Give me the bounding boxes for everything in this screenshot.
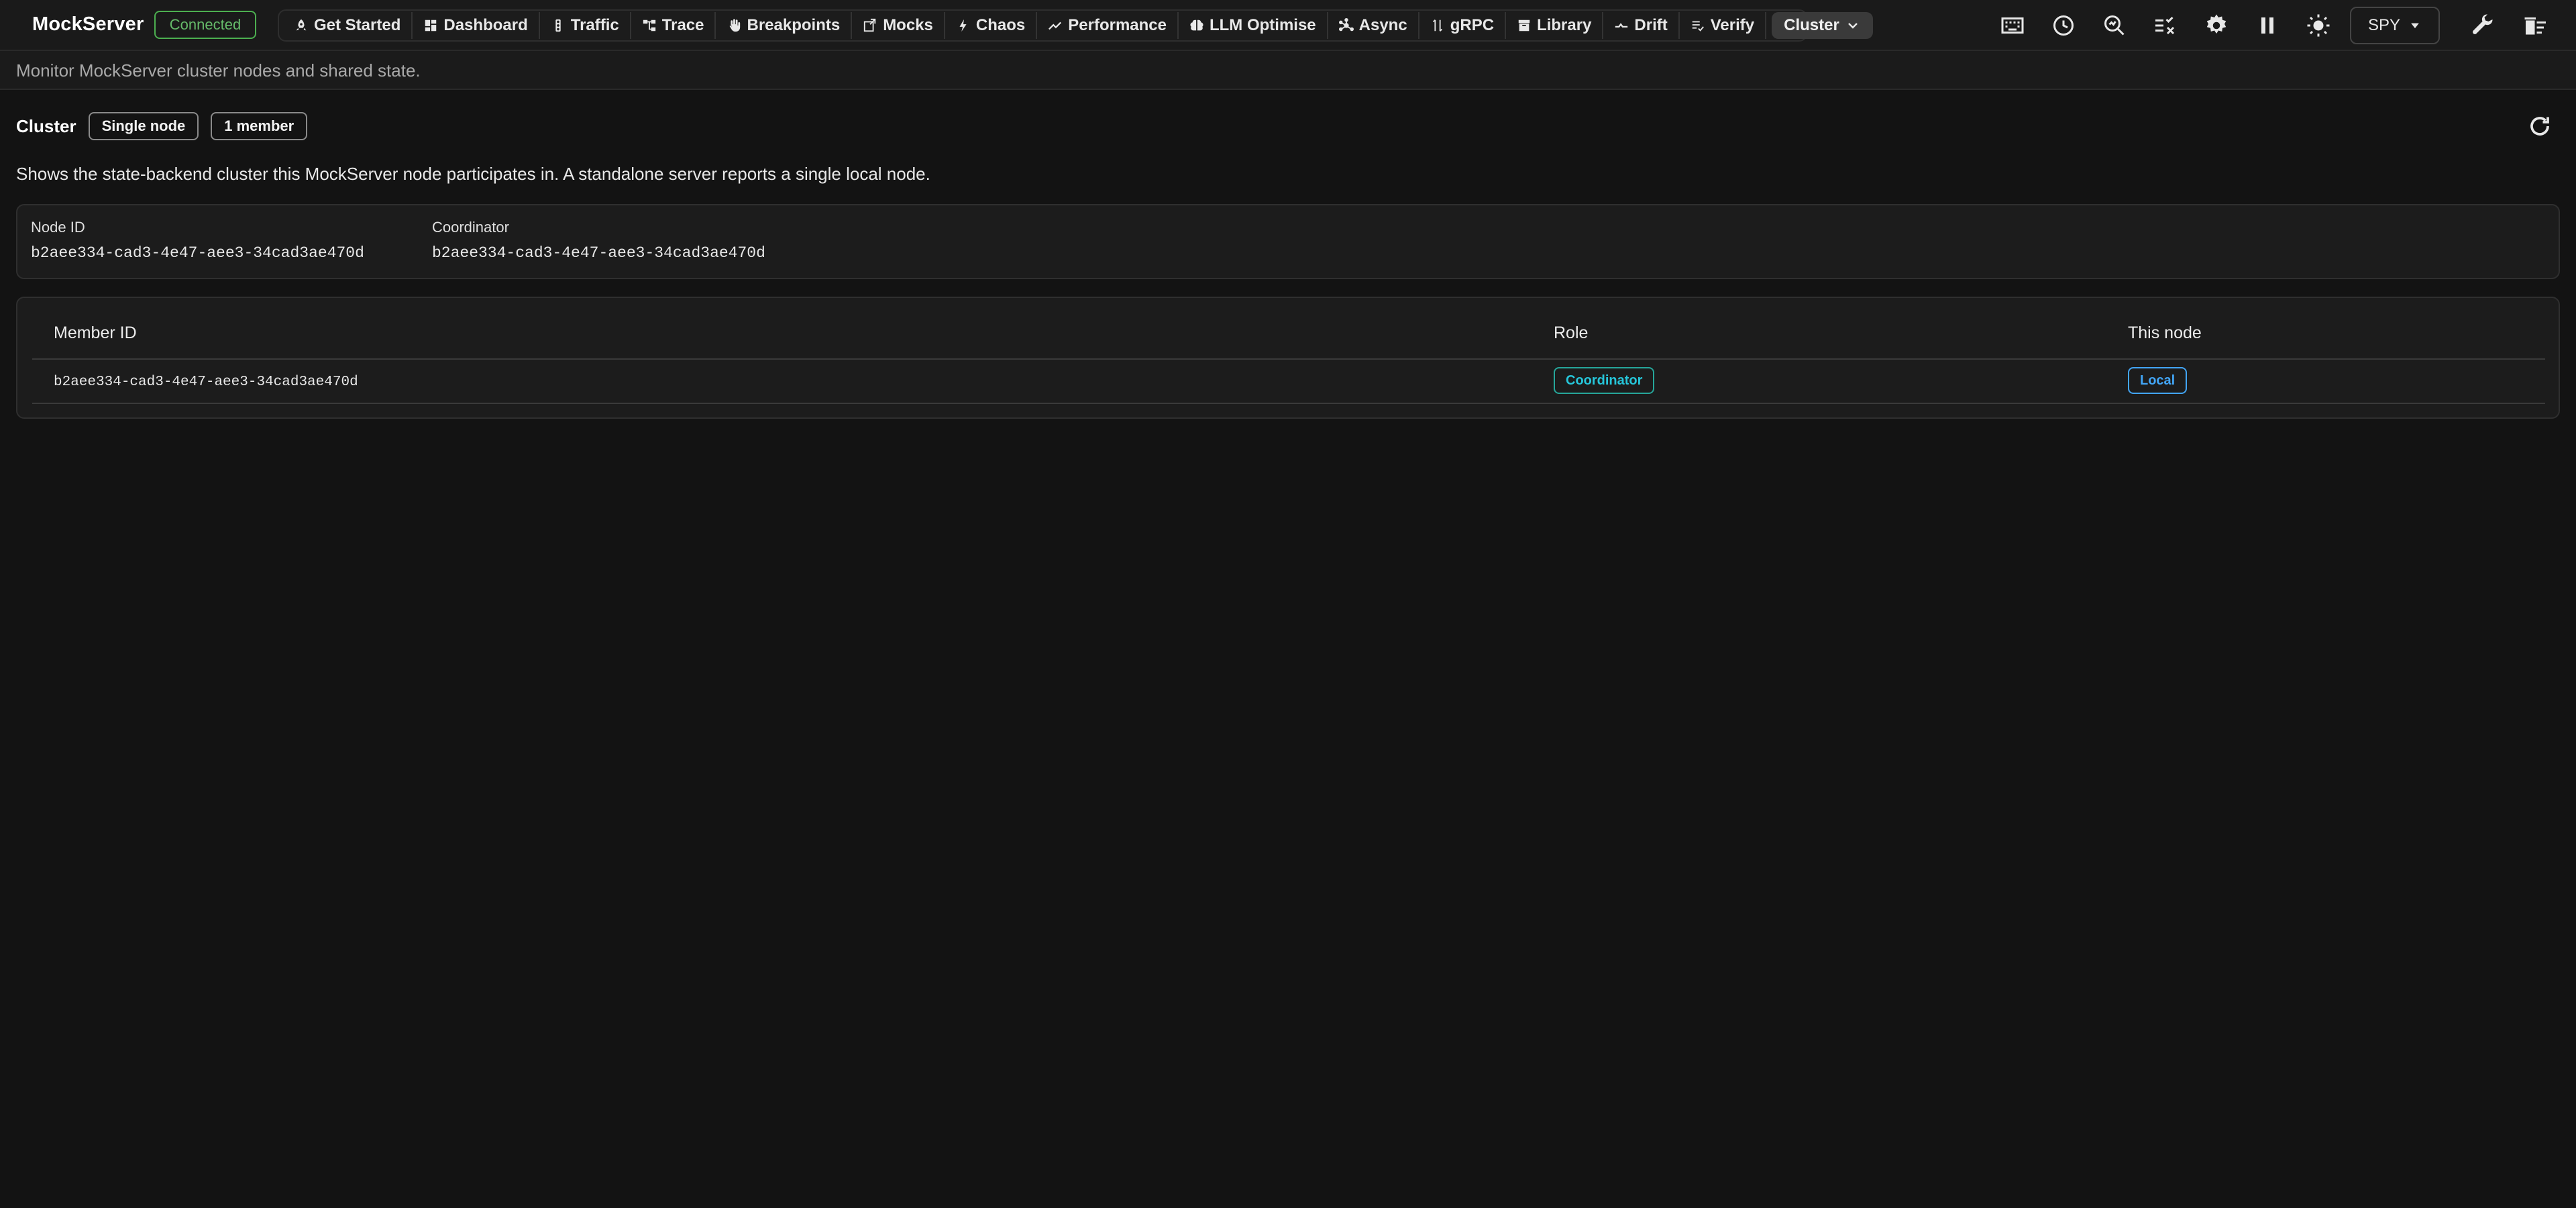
nav-llm-optimise[interactable]: LLM Optimise xyxy=(1179,12,1328,39)
app-bar: MockServer Connected Get Started Dashboa… xyxy=(0,0,2576,51)
nav-label: Cluster xyxy=(1784,16,1839,34)
trending-icon xyxy=(1048,18,1063,33)
page-subtitle: Monitor MockServer cluster nodes and sha… xyxy=(16,60,421,81)
cluster-info-card: Node ID b2aee334-cad3-4e47-aee3-34cad3ae… xyxy=(16,204,2560,279)
theme-icon[interactable] xyxy=(2305,12,2332,39)
nav-label: LLM Optimise xyxy=(1209,16,1316,34)
nav-label: Chaos xyxy=(975,16,1026,34)
clear-icon[interactable] xyxy=(2522,12,2549,39)
node-id-value: b2aee334-cad3-4e47-aee3-34cad3ae470d xyxy=(31,244,364,262)
nav-drift[interactable]: Drift xyxy=(1603,12,1680,39)
cluster-description: Shows the state-backend cluster this Moc… xyxy=(16,164,930,184)
main-nav: Get Started Dashboard Traffic Trace Brea… xyxy=(278,9,1873,42)
search-analytics-icon[interactable] xyxy=(2101,12,2128,39)
nav-label: Get Started xyxy=(314,16,401,34)
nav-label: Verify xyxy=(1710,16,1755,34)
cluster-header: Cluster Single node 1 member xyxy=(16,111,308,141)
rule-icon[interactable] xyxy=(2152,12,2179,39)
nav-label: Breakpoints xyxy=(747,16,841,34)
mode-select-value: SPY xyxy=(2367,16,2401,34)
nav-label: Async xyxy=(1358,16,1407,34)
nav-label: Library xyxy=(1537,16,1592,34)
node-id-block: Node ID b2aee334-cad3-4e47-aee3-34cad3ae… xyxy=(31,219,364,262)
nav-label: Trace xyxy=(661,16,704,34)
nav-label: Mocks xyxy=(883,16,933,34)
nav-label: Performance xyxy=(1068,16,1167,34)
dashboard-icon xyxy=(423,18,438,33)
chevron-down-icon xyxy=(1845,17,1861,34)
member-count-chip: 1 member xyxy=(211,112,308,140)
nav-get-started[interactable]: Get Started xyxy=(283,12,413,39)
node-mode-chip: Single node xyxy=(88,112,199,140)
page-subtitle-bar: Monitor MockServer cluster nodes and sha… xyxy=(0,51,2576,90)
local-node-badge: Local xyxy=(2128,367,2188,394)
member-id-cell: b2aee334-cad3-4e47-aee3-34cad3ae470d xyxy=(54,374,358,390)
archive-icon xyxy=(1517,18,1532,33)
node-id-label: Node ID xyxy=(31,219,85,236)
mock-icon xyxy=(863,18,877,33)
column-header-member-id: Member ID xyxy=(54,323,137,342)
column-header-role: Role xyxy=(1554,323,1589,342)
coordinator-label: Coordinator xyxy=(432,219,509,236)
nav-label: Dashboard xyxy=(443,16,528,34)
traffic-icon xyxy=(551,18,566,33)
caret-down-icon xyxy=(2411,23,2419,29)
rocket-icon xyxy=(294,18,309,33)
nav-label: gRPC xyxy=(1450,16,1495,34)
nav-label: Drift xyxy=(1634,16,1668,34)
app-title: MockServer xyxy=(32,13,144,35)
mode-select[interactable]: SPY xyxy=(2350,7,2440,44)
hub-icon xyxy=(1338,18,1354,33)
history-icon[interactable] xyxy=(2050,12,2077,39)
nav-mocks[interactable]: Mocks xyxy=(852,12,945,39)
nav-cluster[interactable]: Cluster xyxy=(1772,12,1873,39)
nav-async[interactable]: Async xyxy=(1328,12,1419,39)
settings-icon[interactable] xyxy=(2203,12,2230,39)
nav-label: Traffic xyxy=(570,16,619,34)
coordinator-block: Coordinator b2aee334-cad3-4e47-aee3-34ca… xyxy=(432,219,765,262)
nav-chaos[interactable]: Chaos xyxy=(945,12,1038,39)
grpc-icon xyxy=(1430,18,1445,33)
hand-icon xyxy=(727,18,741,33)
checklist-icon xyxy=(1690,18,1705,33)
connection-status-badge: Connected xyxy=(154,11,256,39)
table-header: Member ID Role This node xyxy=(32,298,2545,360)
drift-icon xyxy=(1614,18,1629,33)
keyboard-icon[interactable] xyxy=(1999,12,2026,39)
nav-breakpoints[interactable]: Breakpoints xyxy=(716,12,853,39)
wrench-icon[interactable] xyxy=(2470,12,2497,39)
trace-icon xyxy=(642,18,657,33)
brain-icon xyxy=(1189,18,1204,33)
members-table: Member ID Role This node b2aee334-cad3-4… xyxy=(16,297,2560,419)
nav-trace[interactable]: Trace xyxy=(631,12,716,39)
role-badge: Coordinator xyxy=(1554,367,1655,394)
nav-grpc[interactable]: gRPC xyxy=(1419,12,1507,39)
nav-traffic[interactable]: Traffic xyxy=(540,12,631,39)
pause-icon[interactable] xyxy=(2254,12,2281,39)
nav-performance[interactable]: Performance xyxy=(1037,12,1179,39)
table-row: b2aee334-cad3-4e47-aee3-34cad3ae470d Coo… xyxy=(32,360,2545,404)
nav-verify[interactable]: Verify xyxy=(1680,12,1767,39)
toolbar: SPY xyxy=(1986,0,2563,51)
nav-dashboard[interactable]: Dashboard xyxy=(413,12,540,39)
column-header-this-node: This node xyxy=(2128,323,2202,342)
coordinator-value: b2aee334-cad3-4e47-aee3-34cad3ae470d xyxy=(432,244,765,262)
cluster-title: Cluster xyxy=(16,115,76,136)
nav-library[interactable]: Library xyxy=(1506,12,1604,39)
refresh-icon[interactable] xyxy=(2528,114,2552,138)
lightning-icon xyxy=(956,18,971,33)
